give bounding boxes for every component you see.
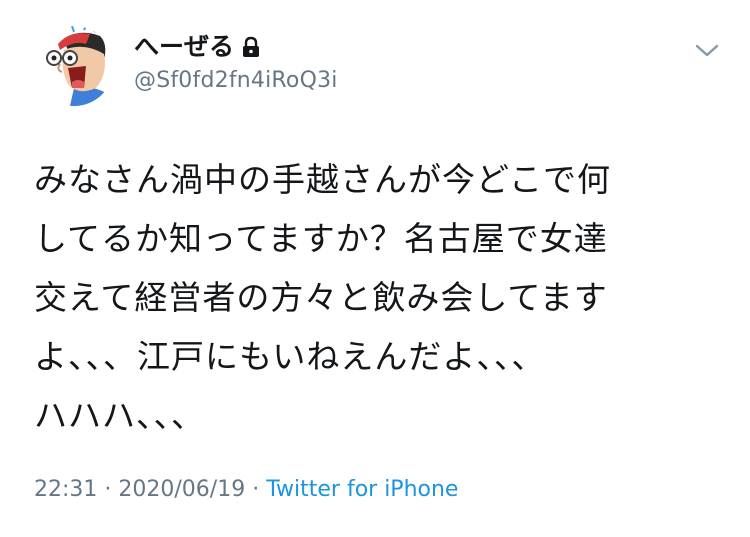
tweet-source-link[interactable]: Twitter for iPhone [266, 477, 458, 502]
display-name-row: へーぜる [134, 30, 338, 64]
meta-separator: · [104, 477, 112, 502]
meta-separator: · [252, 477, 260, 502]
tweet-time[interactable]: 22:31 [34, 477, 97, 502]
tweet-meta: 22:31 · 2020/06/19 · Twitter for iPhone [34, 475, 458, 505]
lock-icon [242, 36, 260, 58]
user-handle[interactable]: @Sf0fd2fn4iRoQ3i [134, 66, 338, 96]
tweet-date[interactable]: 2020/06/19 [118, 477, 245, 502]
user-info[interactable]: へーぜる @Sf0fd2fn4iRoQ3i [134, 30, 338, 96]
tweet-card: へーぜる @Sf0fd2fn4iRoQ3i みなさん渦中の手越さんが今どこで何 … [0, 0, 750, 537]
avatar[interactable] [34, 26, 114, 106]
cartoon-face-icon [46, 26, 112, 106]
display-name[interactable]: へーぜる [134, 30, 234, 64]
tweet-text: みなさん渦中の手越さんが今どこで何 してるか知ってますか？名古屋で女達 交えて経… [34, 160, 612, 435]
chevron-down-icon[interactable] [694, 40, 720, 60]
